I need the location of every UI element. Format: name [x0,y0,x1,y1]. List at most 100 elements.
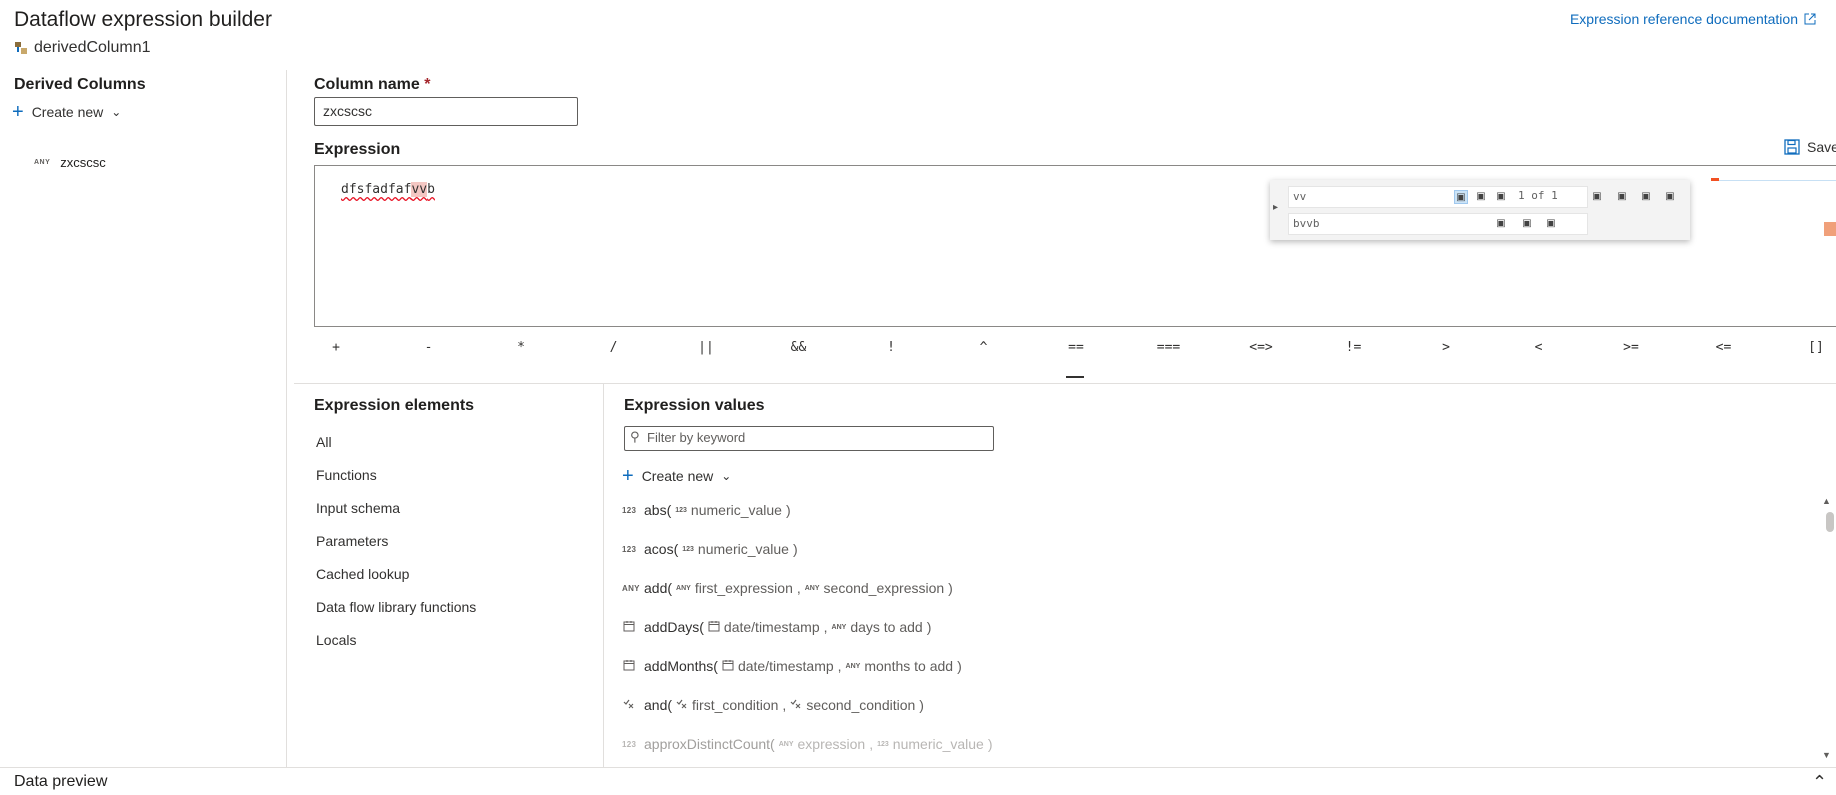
expression-element-item[interactable]: Cached lookup [316,566,409,582]
close-paren: ) [785,502,791,518]
operator-button[interactable]: || [686,340,726,355]
calendar-icon [708,620,720,634]
footer-divider [0,767,1836,768]
expression-editor[interactable]: dfsfadfafvvb ▸ vv ▣ ▣ ▣ 1 of 1 ▣ ▣ ▣ ▣ b… [314,165,1836,327]
toggle-replace-icon[interactable]: ▸ [1273,202,1278,213]
plus-icon: + [12,101,24,123]
column-name-input[interactable]: zxcscsc [314,97,578,126]
close-paren: ) [919,697,924,713]
operator-button[interactable]: === [1149,340,1189,355]
expression-elements-title: Expression elements [314,397,475,414]
calendar-icon [622,659,636,673]
minimap-error-mark [1711,178,1719,181]
expression-element-item[interactable]: Data flow library functions [316,599,476,615]
find-in-selection-icon[interactable]: ▣ [1639,190,1653,204]
function-name: add( [644,580,673,596]
scrollbar-thumb[interactable] [1826,512,1834,532]
function-item[interactable]: addDays(date/timestamp, ANY days to add) [622,619,931,635]
create-new-value-button[interactable]: + Create new ⌄ [622,465,731,487]
operator-button[interactable]: >= [1611,340,1651,355]
function-signature: addMonths(date/timestamp, ANY months to ad… [644,658,962,674]
operator-button[interactable]: [] [1796,340,1836,355]
operator-button[interactable]: ! [871,340,911,355]
operator-button[interactable]: - [409,340,449,355]
operator-button[interactable]: > [1426,340,1466,355]
function-item[interactable]: ANY add(ANY first_expression, ANY second_exp… [622,580,953,596]
function-item[interactable]: 123 abs(123 numeric_value) [622,502,791,518]
boolean-icon [790,698,802,712]
derived-column-item[interactable]: ANY zxcscsc [34,155,106,170]
replace-icon[interactable]: ▣ [1520,217,1534,231]
selected-operator-underline [1066,376,1084,378]
function-item[interactable]: 123 approxDistinctCount(ANY expression, 123… [622,736,993,752]
function-signature: acos(123 numeric_value) [644,541,798,557]
expression-text-after: b [427,182,435,197]
transform-name: derivedColumn1 [14,39,151,57]
find-match-count: 1 of 1 [1518,189,1558,202]
subtitle-label: derivedColumn1 [34,39,151,56]
operator-button[interactable]: == [1056,340,1096,355]
expression-text[interactable]: dfsfadfafvvb [341,182,435,197]
param-separator: , [782,697,787,713]
create-new-column-button[interactable]: + Create new ⌄ [12,101,122,123]
left-panel-divider [286,70,287,768]
expression-element-item[interactable]: Functions [316,467,377,483]
calendar-icon [622,620,636,634]
expression-element-item[interactable]: All [316,434,332,450]
replace-all-icon[interactable]: ▣ [1544,217,1558,231]
match-whole-word-icon[interactable]: ▣ [1474,190,1488,204]
operator-button[interactable]: + [316,340,356,355]
param-separator: , [869,736,874,752]
param-separator: , [823,619,828,635]
operator-button[interactable]: ^ [964,340,1004,355]
operator-button[interactable]: && [779,340,819,355]
numeric-type-icon: 123 [622,739,637,749]
previous-match-icon[interactable]: ▣ [1590,190,1604,204]
operator-button[interactable]: < [1519,340,1559,355]
expression-element-item[interactable]: Parameters [316,533,388,549]
use-regex-icon[interactable]: ▣ [1494,190,1508,204]
expression-element-item[interactable]: Input schema [316,500,400,516]
data-preview-label[interactable]: Data preview [14,773,107,791]
function-signature: abs(123 numeric_value) [644,502,791,518]
expression-reference-link[interactable]: Expression reference documentation [1570,11,1816,27]
close-paren: ) [792,541,798,557]
plus-icon: + [622,465,634,487]
operator-button[interactable]: <= [1704,340,1744,355]
operator-button[interactable]: * [501,340,541,355]
expression-element-item[interactable]: Locals [316,632,356,648]
any-type-icon: ANY [831,623,847,631]
function-name: addDays( [644,619,704,635]
function-item[interactable]: and(first_condition, second_condition) [622,697,924,713]
operator-button[interactable]: != [1334,340,1374,355]
scroll-up-icon[interactable]: ▲ [1822,496,1831,506]
match-case-icon[interactable]: ▣ [1454,190,1468,204]
close-find-icon[interactable]: ▣ [1663,190,1677,204]
param-name: numeric_value [892,736,984,752]
function-item[interactable]: addMonths(date/timestamp, ANY months to ad… [622,658,962,674]
any-type-icon: ANY [804,584,820,592]
derived-column-name: zxcscsc [60,155,106,170]
operator-divider [294,383,1836,384]
chevron-up-icon[interactable]: ⌃ [1812,772,1827,793]
chevron-down-icon: ⌄ [111,105,122,119]
function-name: approxDistinctCount( [644,736,775,752]
operator-button[interactable]: <=> [1241,340,1281,355]
scroll-down-icon[interactable]: ▼ [1822,750,1831,760]
function-signature: add(ANY first_expression, ANY second_expres… [644,580,953,596]
function-signature: and(first_condition, second_condition) [644,697,924,713]
operator-button[interactable]: / [594,340,634,355]
filter-input[interactable]: Filter by keyword [624,426,994,451]
next-match-icon[interactable]: ▣ [1615,190,1629,204]
search-icon: ⚲ [630,429,640,444]
save-button[interactable]: Save [1784,139,1836,155]
function-item[interactable]: 123 acos(123 numeric_value) [622,541,798,557]
replace-input[interactable]: bvvb [1288,213,1588,235]
preserve-case-icon[interactable]: ▣ [1494,217,1508,231]
derived-column-icon [15,42,27,54]
param-name: months to add [864,658,954,674]
param-name: date/timestamp [723,619,820,635]
elements-divider [603,383,604,768]
param-name: days to add [850,619,923,635]
any-type-icon: ANY [622,583,640,593]
